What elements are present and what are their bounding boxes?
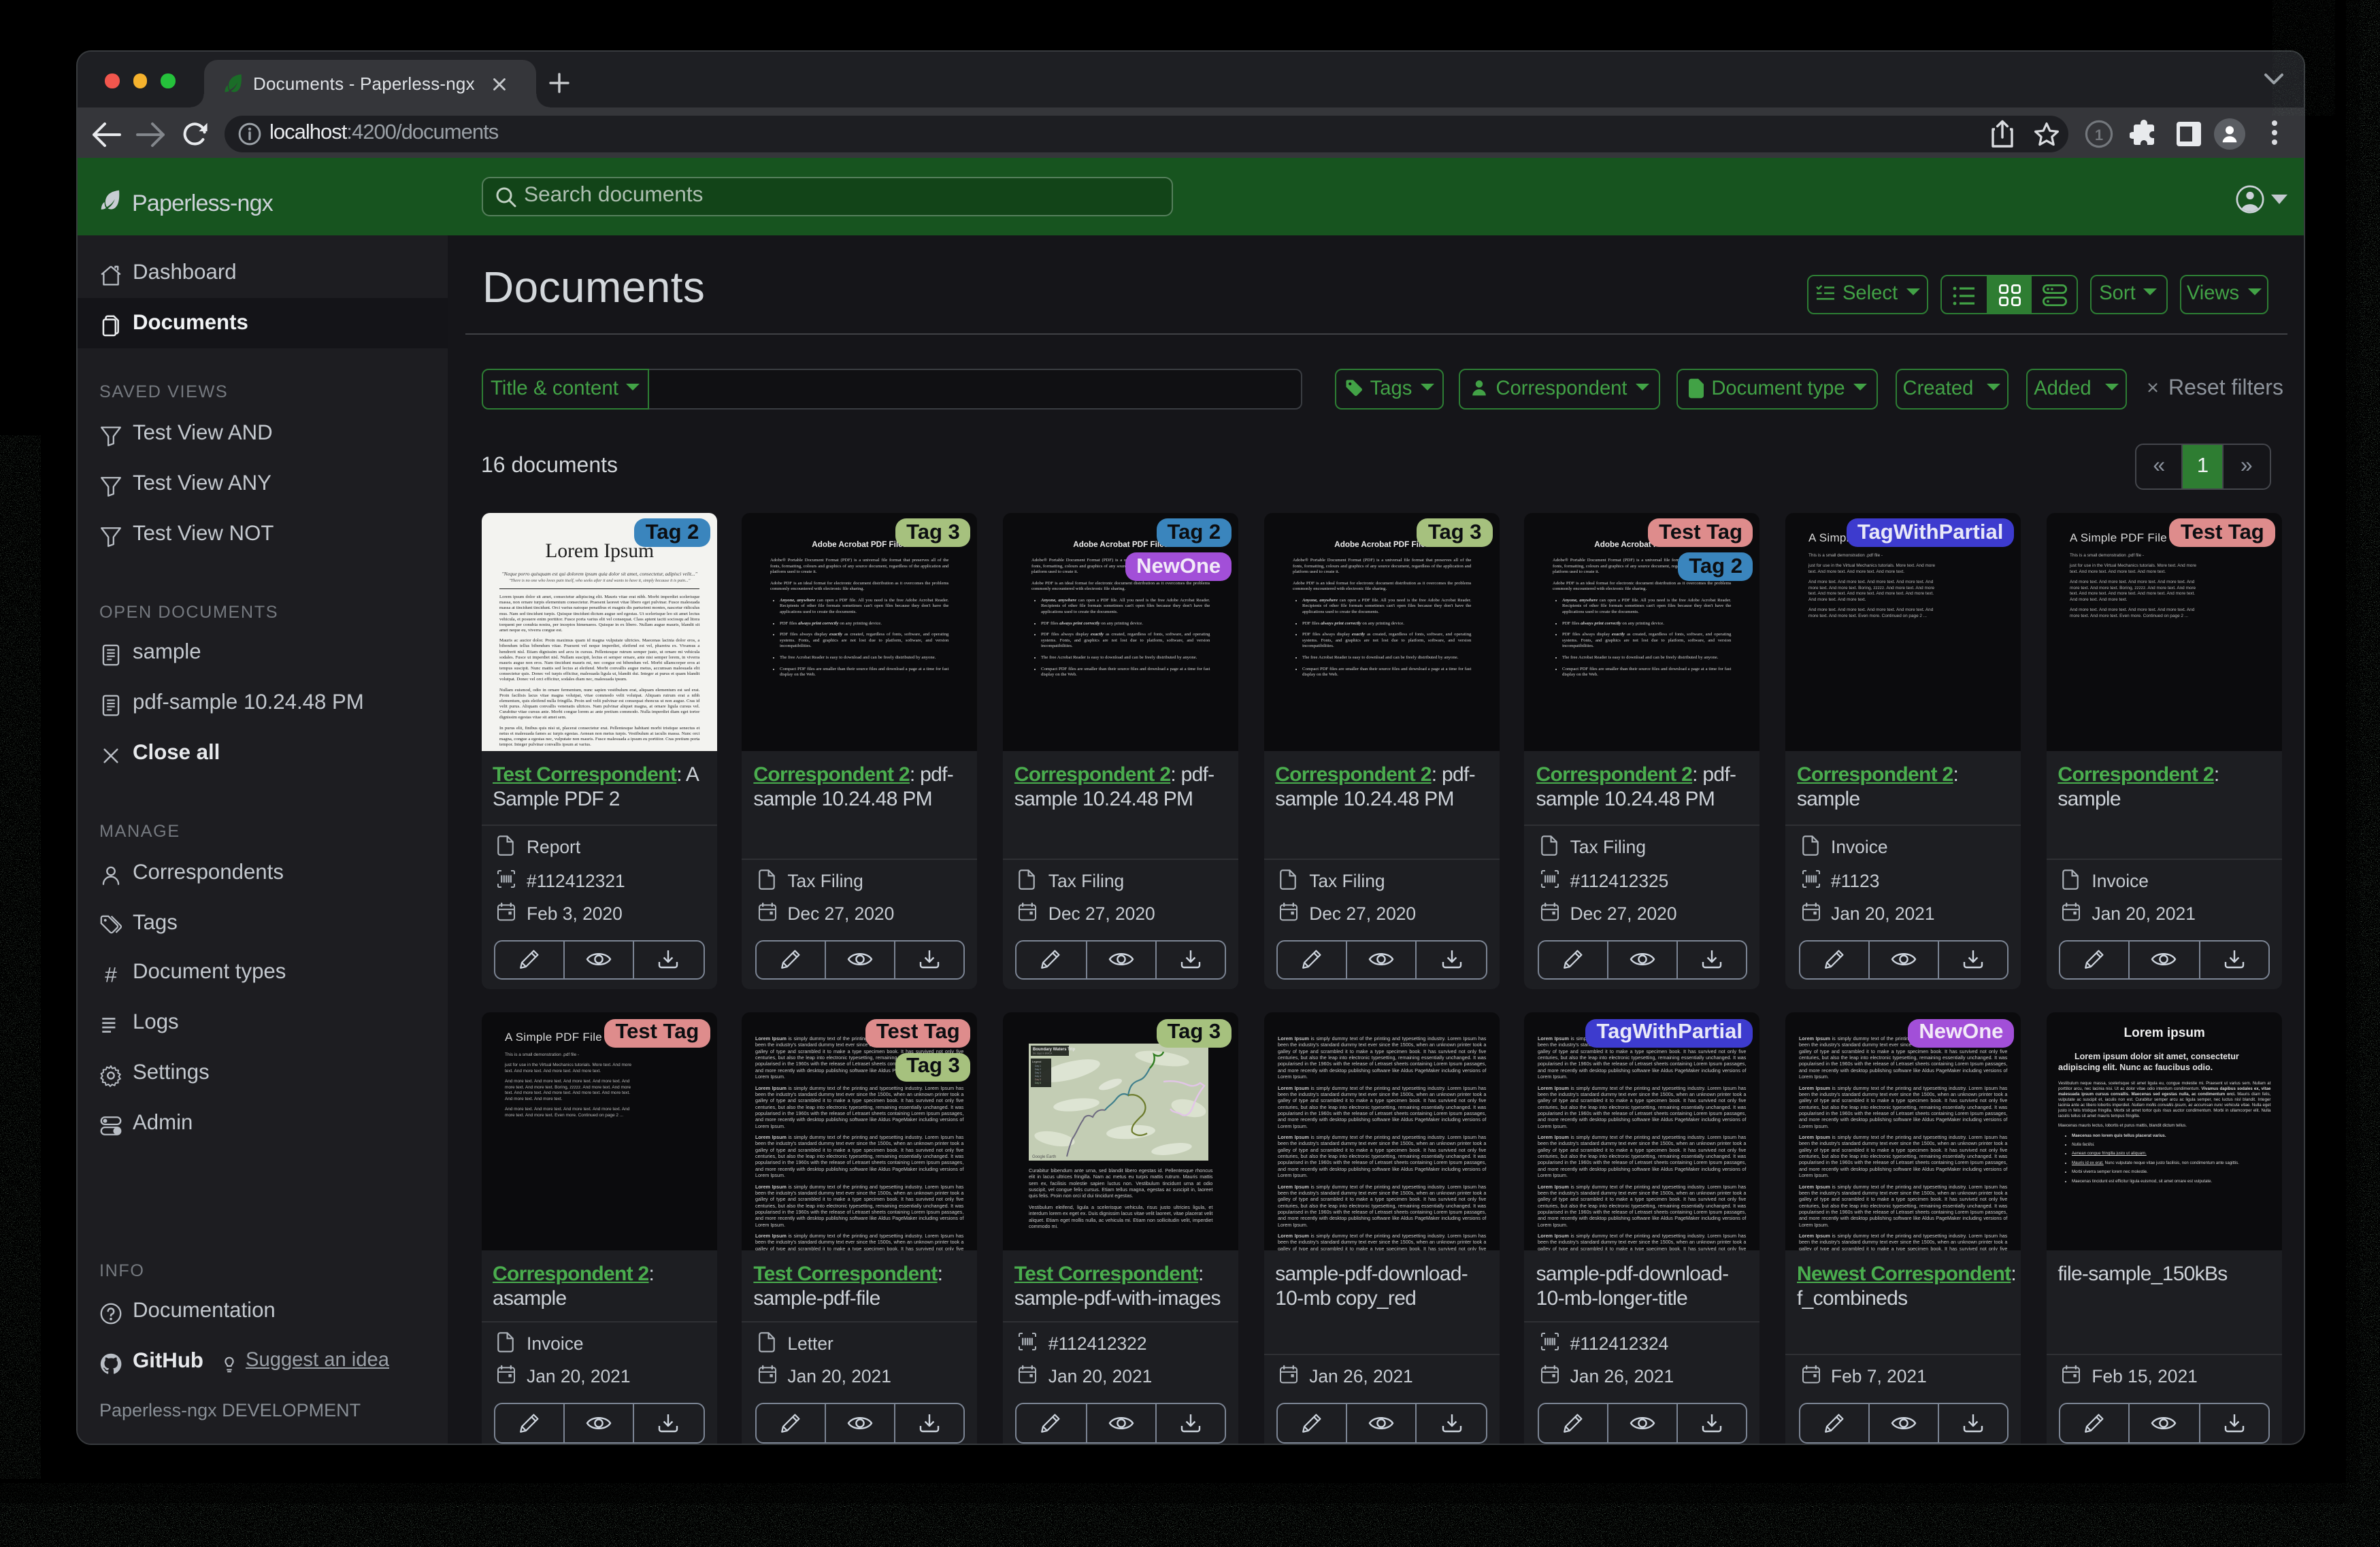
svg-text:#: # <box>105 963 117 986</box>
svg-text:Six days in BWCA: Six days in BWCA <box>1033 1052 1053 1055</box>
svg-text:Day 5: Day 5 <box>1035 1078 1041 1081</box>
svg-text:Day 1: Day 1 <box>1035 1065 1041 1067</box>
svg-text:Day 3: Day 3 <box>1035 1071 1041 1074</box>
svg-text:Day 4: Day 4 <box>1035 1075 1041 1078</box>
svg-text:Legend: Legend <box>1032 1060 1041 1063</box>
svg-text:1: 1 <box>2095 127 2103 144</box>
svg-text:Day 6: Day 6 <box>1035 1082 1041 1084</box>
svg-text:Google Earth: Google Earth <box>1032 1155 1056 1159</box>
svg-text:Day 2: Day 2 <box>1035 1068 1041 1071</box>
svg-text:Boundary Waters Trip: Boundary Waters Trip <box>1033 1048 1075 1052</box>
